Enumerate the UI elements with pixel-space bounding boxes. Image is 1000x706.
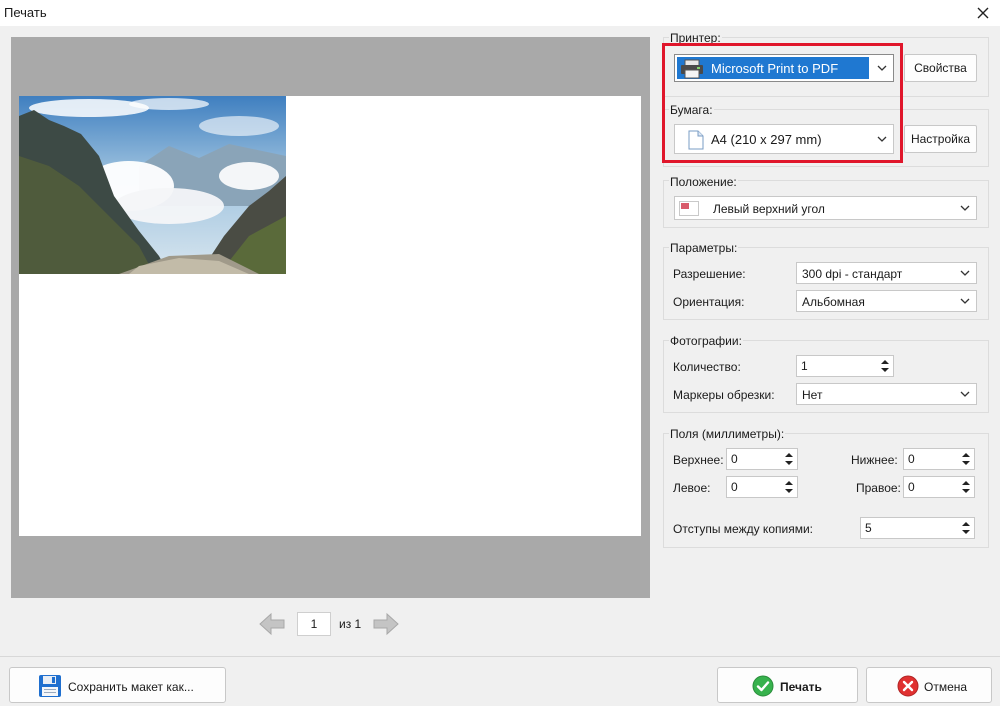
margin-right-value: 0	[908, 480, 915, 494]
close-icon	[977, 7, 989, 19]
margin-bottom-value: 0	[908, 452, 915, 466]
page-count-label: из 1	[339, 617, 362, 631]
highlight-frame	[662, 43, 903, 163]
spin-arrows-icon	[960, 450, 972, 468]
chevron-down-icon	[960, 298, 970, 304]
quantity-label: Количество:	[673, 360, 741, 374]
floppy-disk-icon	[38, 674, 62, 698]
spin-arrows-icon	[960, 478, 972, 496]
margin-left-label: Левое:	[673, 481, 711, 495]
orientation-select[interactable]: Альбомная	[796, 290, 977, 312]
copies-gap-value: 5	[865, 521, 872, 535]
spin-arrows-icon	[783, 450, 795, 468]
chevron-down-icon	[960, 270, 970, 276]
quantity-stepper[interactable]: 1	[796, 355, 894, 377]
photos-group-label: Фотографии:	[669, 334, 743, 348]
cancel-icon	[897, 675, 919, 697]
margin-bottom-label: Нижнее:	[851, 453, 898, 467]
crop-marks-selected-text: Нет	[802, 388, 823, 402]
copies-gap-stepper[interactable]: 5	[860, 517, 975, 539]
save-layout-label: Сохранить макет как...	[68, 680, 194, 694]
paper-settings-button[interactable]: Настройка	[904, 125, 977, 153]
arrow-left-icon	[259, 612, 285, 636]
position-select[interactable]: Левый верхний угол	[674, 196, 977, 220]
spin-arrows-icon	[783, 478, 795, 496]
cancel-label: Отмена	[924, 680, 968, 694]
margin-left-stepper[interactable]: 0	[726, 476, 798, 498]
page-number-input[interactable]: 1	[297, 612, 331, 636]
margin-right-label: Правое:	[856, 481, 901, 495]
position-icon	[679, 201, 699, 216]
resolution-label: Разрешение:	[673, 267, 746, 281]
spin-arrows-icon	[960, 519, 972, 537]
arrow-right-icon	[373, 612, 399, 636]
resolution-selected-text: 300 dpi - стандарт	[802, 267, 903, 281]
window-title: Печать	[4, 5, 47, 20]
title-bar	[0, 0, 1000, 26]
next-page-button[interactable]	[372, 612, 400, 636]
spin-arrows-icon	[879, 357, 891, 375]
margins-group-label: Поля (миллиметры):	[669, 427, 786, 441]
orientation-label: Ориентация:	[673, 295, 745, 309]
margin-bottom-stepper[interactable]: 0	[903, 448, 975, 470]
preview-photo	[19, 96, 286, 274]
chevron-down-icon	[960, 205, 970, 211]
position-selected-text: Левый верхний угол	[713, 202, 825, 216]
chevron-down-icon	[960, 391, 970, 397]
print-label: Печать	[780, 680, 822, 694]
print-button[interactable]: Печать	[717, 667, 858, 703]
resolution-select[interactable]: 300 dpi - стандарт	[796, 262, 977, 284]
copies-gap-label: Отступы между копиями:	[673, 522, 813, 536]
footer-separator	[0, 656, 1000, 657]
position-group-label: Положение:	[669, 175, 738, 189]
margin-left-value: 0	[731, 480, 738, 494]
orientation-selected-text: Альбомная	[802, 295, 865, 309]
checkmark-icon	[752, 675, 774, 697]
crop-marks-label: Маркеры обрезки:	[673, 388, 775, 402]
margin-right-stepper[interactable]: 0	[903, 476, 975, 498]
margin-top-label: Верхнее:	[673, 453, 724, 467]
crop-marks-select[interactable]: Нет	[796, 383, 977, 405]
printer-properties-button[interactable]: Свойства	[904, 54, 977, 82]
close-button[interactable]	[970, 2, 996, 24]
margin-top-stepper[interactable]: 0	[726, 448, 798, 470]
save-layout-button[interactable]: Сохранить макет как...	[9, 667, 226, 703]
margin-top-value: 0	[731, 452, 738, 466]
quantity-value: 1	[801, 359, 808, 373]
cancel-button[interactable]: Отмена	[866, 667, 992, 703]
parameters-group-label: Параметры:	[669, 241, 739, 255]
prev-page-button[interactable]	[258, 612, 286, 636]
